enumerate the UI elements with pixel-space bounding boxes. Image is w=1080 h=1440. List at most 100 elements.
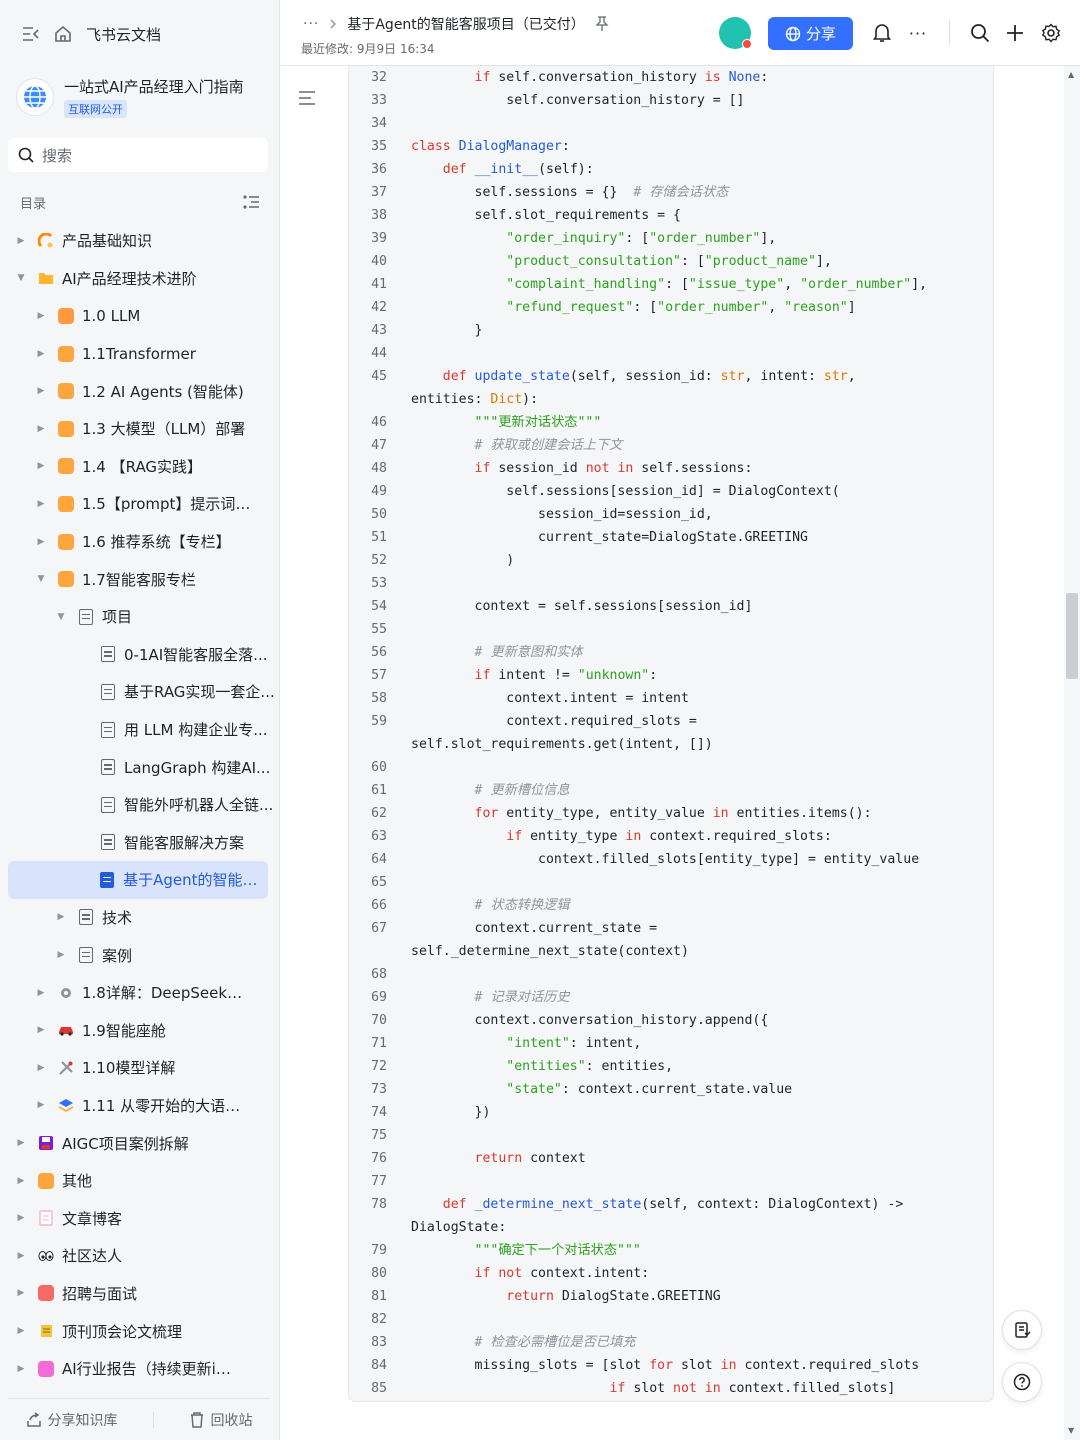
help-float-button[interactable] — [1002, 1362, 1042, 1402]
tree-item[interactable]: ▶ 产品基础知识 — [0, 222, 280, 260]
tree-item[interactable]: ▶ 1.2 AI Agents (智能体) — [0, 372, 280, 410]
tree-item[interactable]: ▶ 1.1Transformer — [0, 335, 280, 373]
tree-item[interactable]: ▶ AI行业报告（持续更新ing） — [0, 1350, 280, 1388]
scroll-icon — [36, 1322, 56, 1340]
list-options-icon[interactable] — [242, 194, 260, 210]
tree-item[interactable]: 用 LLM 构建企业专... — [0, 711, 280, 749]
tree-item[interactable]: ▶ 1.3 大模型（LLM）部署 — [0, 410, 280, 448]
expand-arrow-icon[interactable]: ▶ — [14, 1326, 28, 1336]
code-string: """更新对话状态""" — [411, 415, 602, 430]
bell-icon[interactable] — [871, 22, 893, 44]
tree-item[interactable]: ▶ 社区达人 — [0, 1237, 280, 1275]
expand-arrow-icon[interactable]: ▶ — [34, 311, 48, 321]
code-keyword: for — [411, 806, 507, 821]
tree-item[interactable]: ▶ 其他 — [0, 1162, 280, 1200]
expand-arrow-icon[interactable]: ▶ — [14, 236, 28, 246]
home-link[interactable]: 飞书云文档 — [86, 24, 161, 45]
expand-arrow-icon[interactable]: ▶ — [34, 349, 48, 359]
expand-arrow-icon[interactable]: ▶ — [34, 537, 48, 547]
tree-item[interactable]: ▶ AIGC项目案例拆解 — [0, 1124, 280, 1162]
tree-item[interactable]: ▶ 文章博客 — [0, 1199, 280, 1237]
expand-arrow-icon[interactable]: ▶ — [34, 988, 48, 998]
catalog-float-button[interactable] — [1002, 1310, 1042, 1350]
expand-arrow-icon[interactable]: ▶ — [14, 1176, 28, 1186]
code-text: context — [530, 1151, 586, 1166]
scroll-up-icon[interactable]: ▲ — [1068, 70, 1074, 79]
doc-icon — [76, 908, 96, 926]
code-text: : — [649, 668, 658, 683]
scrollbar-thumb[interactable] — [1066, 593, 1078, 679]
tree-item[interactable]: 智能客服解决方案 — [0, 824, 280, 862]
expand-arrow-icon[interactable]: ▶ — [34, 461, 48, 471]
tree-item[interactable]: 基于Agent的智能客... — [8, 861, 268, 899]
expand-arrow-icon[interactable]: ▶ — [14, 1288, 28, 1298]
tree-item[interactable]: ▼ AI产品经理技术进阶 — [0, 260, 280, 298]
settings-icon[interactable] — [1040, 22, 1062, 44]
tree-item[interactable]: 0-1AI智能客服全落... — [0, 636, 280, 674]
pin-icon[interactable] — [595, 16, 609, 32]
tree-item[interactable]: LangGraph 构建AI... — [0, 748, 280, 786]
tree-item[interactable]: ▶ 1.5【prompt】提示词工程 — [0, 485, 280, 523]
code-text: entity_type, entity_value — [506, 806, 713, 821]
collapse-arrow-icon[interactable]: ▼ — [54, 612, 68, 622]
tree-item-label: 1.11 从零开始的大语言模... — [82, 1096, 252, 1115]
share-button[interactable]: 分享 — [768, 17, 853, 50]
search-box[interactable]: 搜索 — [8, 138, 268, 172]
more-button[interactable]: ··· — [907, 22, 929, 44]
expand-arrow-icon[interactable]: ▶ — [34, 424, 48, 434]
user-avatar[interactable] — [719, 17, 752, 49]
expand-arrow-icon[interactable]: ▶ — [34, 1100, 48, 1110]
tree-item[interactable]: 基于RAG实现一套企... — [0, 673, 280, 711]
expand-arrow-icon[interactable]: ▶ — [14, 1251, 28, 1261]
expand-arrow-icon[interactable]: ▶ — [34, 1025, 48, 1035]
outline-icon[interactable] — [298, 90, 316, 109]
tree-item[interactable]: 智能外呼机器人全链... — [0, 786, 280, 824]
expand-arrow-icon[interactable]: ▶ — [34, 1063, 48, 1073]
share-wiki-button[interactable]: 分享知识库 — [26, 1410, 118, 1430]
tree-item[interactable]: ▼ 1.7智能客服专栏 — [0, 560, 280, 598]
line-number: 57 — [371, 668, 387, 683]
tree-item[interactable]: ▶ 1.10模型详解 — [0, 1049, 280, 1087]
tree-item-label: 文章博客 — [62, 1209, 123, 1228]
tree-item[interactable]: ▶ 1.0 LLM — [0, 297, 280, 335]
expand-arrow-icon[interactable]: ▶ — [54, 950, 68, 960]
trash-button[interactable]: 回收站 — [189, 1410, 253, 1430]
collapse-arrow-icon[interactable]: ▼ — [34, 574, 48, 584]
tree-item[interactable]: ▶ 案例 — [0, 936, 280, 974]
code-text: (self, session_id: — [569, 369, 721, 384]
tree-item[interactable]: ▼ 项目 — [0, 598, 280, 636]
space-header[interactable]: 一站式AI产品经理入门指南 互联网公开 — [16, 74, 268, 120]
scrollbar-track[interactable] — [1064, 66, 1080, 1440]
collapse-arrow-icon[interactable]: ▼ — [14, 273, 28, 283]
expand-arrow-icon[interactable]: ▶ — [34, 386, 48, 396]
tree-item[interactable]: ▶ 顶刊顶会论文梳理 — [0, 1312, 280, 1350]
scroll-down-icon[interactable]: ▼ — [1068, 1426, 1074, 1435]
expand-arrow-icon[interactable]: ▶ — [14, 1213, 28, 1223]
code-block[interactable]: 32 if self.conversation_history is None:… — [348, 66, 994, 1402]
tree-item[interactable]: ▶ 技术 — [0, 899, 280, 937]
tree-item[interactable]: ▶ 1.6 推荐系统【专栏】 — [0, 523, 280, 561]
tree-item[interactable]: ▶ 1.8详解：DeepSeek深度推... — [0, 974, 280, 1012]
tree-item[interactable]: ▶ 1.9智能座舱 — [0, 1011, 280, 1049]
line-number: 58 — [371, 691, 387, 706]
collapse-sidebar-icon[interactable] — [22, 26, 40, 42]
code-line-text: return DialogState.GREETING — [411, 1285, 720, 1308]
tree-item[interactable]: ▶ 招聘与面试 — [0, 1275, 280, 1313]
plus-icon[interactable] — [1004, 22, 1026, 44]
breadcrumb-more[interactable]: ··· — [303, 16, 319, 32]
code-string: "order_number" — [800, 277, 912, 292]
expand-arrow-icon[interactable]: ▶ — [54, 912, 68, 922]
code-line: 59 context.required_slots = self.slot_req… — [349, 710, 993, 756]
expand-arrow-icon[interactable]: ▶ — [14, 1138, 28, 1148]
doc-title[interactable]: 基于Agent的智能客服项目（已交付） — [347, 14, 584, 34]
tree-item[interactable]: ▶ 1.4 【RAG实践】 — [0, 448, 280, 486]
line-number: 37 — [371, 185, 387, 200]
code-text: (self, context: DialogContext) -> — [641, 1197, 904, 1212]
code-line-text: if intent != "unknown": — [411, 664, 658, 687]
expand-arrow-icon[interactable]: ▶ — [14, 1364, 28, 1374]
tree-item[interactable]: ▶ 1.11 从零开始的大语言模... — [0, 1087, 280, 1125]
home-icon[interactable] — [54, 25, 72, 43]
expand-arrow-icon[interactable]: ▶ — [34, 499, 48, 509]
code-keyword: in — [720, 1358, 745, 1373]
search-icon[interactable] — [969, 22, 991, 44]
